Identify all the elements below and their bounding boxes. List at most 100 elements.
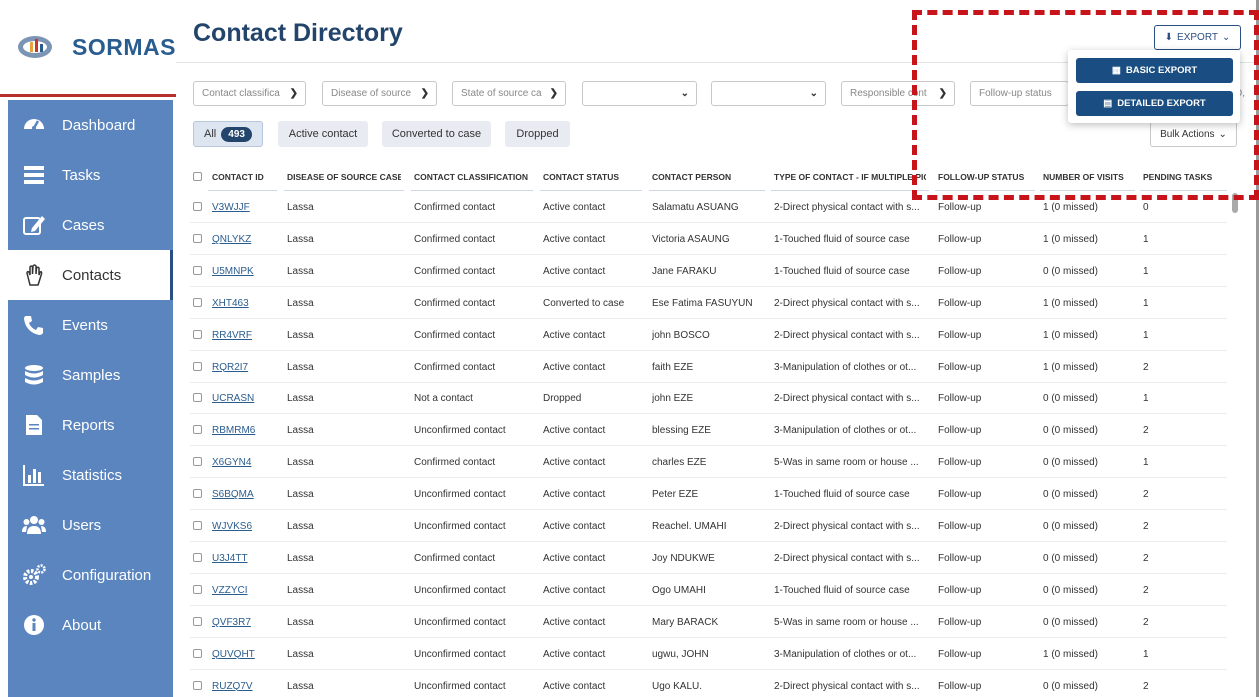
table-cell: 1 (0 missed) (1043, 233, 1099, 245)
database-icon (20, 361, 48, 389)
sidebar-item-configuration[interactable]: Configuration (8, 550, 173, 600)
sidebar-item-events[interactable]: Events (8, 300, 173, 350)
table-cell: Lassa (287, 680, 314, 692)
sidebar-item-users[interactable]: Users (8, 500, 173, 550)
chevron-down-icon: ⌄ (1218, 128, 1227, 140)
contact-id-link[interactable]: WJVKS6 (212, 521, 274, 532)
table-row[interactable]: V3WJJF Lassa Confirmed contact Active conta… (190, 191, 1227, 223)
table-row[interactable]: RR4VRF Lassa Confirmed contact Active conta… (190, 319, 1227, 351)
sormas-logo-icon (18, 36, 52, 58)
table-row[interactable]: S6BQMA Lassa Unconfirmed contact Active con… (190, 478, 1227, 511)
app-logo[interactable]: SORMAS (0, 0, 176, 97)
column-header[interactable]: CONTACT CLASSIFICATION (414, 172, 530, 182)
detailed-export-button[interactable]: ▤ DETAILED EXPORT (1076, 91, 1233, 116)
hand-icon (20, 261, 48, 289)
sidebar-item-statistics[interactable]: Statistics (8, 450, 173, 500)
sidebar-item-reports[interactable]: Reports (8, 400, 173, 450)
select-all-checkbox[interactable] (193, 172, 202, 181)
table-cell: Active contact (543, 680, 606, 692)
filter-district[interactable]: ⌄ (711, 81, 826, 106)
column-header[interactable]: CONTACT ID (212, 172, 274, 182)
column-header[interactable]: FOLLOW-UP STATUS (938, 172, 1032, 182)
row-checkbox[interactable] (193, 425, 202, 435)
row-checkbox[interactable] (193, 648, 202, 658)
table-row[interactable]: QUVQHT Lassa Unconfirmed contact Active con… (190, 638, 1227, 670)
row-checkbox[interactable] (193, 521, 202, 530)
table-cell: 0 (0 missed) (1043, 584, 1099, 596)
row-checkbox[interactable] (193, 680, 202, 690)
column-header[interactable]: CONTACT PERSON (652, 172, 762, 182)
sidebar-item-tasks[interactable]: Tasks (8, 150, 173, 200)
row-checkbox[interactable] (193, 297, 202, 307)
sidebar-item-samples[interactable]: Samples (8, 350, 173, 400)
contact-id-link[interactable]: QUVQHT (212, 649, 274, 660)
table-cell: 1 (1143, 648, 1149, 660)
contact-id-link[interactable]: X6GYN4 (212, 457, 274, 468)
contact-id-link[interactable]: S6BQMA (212, 489, 274, 500)
column-header[interactable]: PENDING TASKS (1143, 172, 1227, 182)
column-header[interactable]: CONTACT STATUS (543, 172, 639, 182)
contact-id-link[interactable]: RUZQ7V (212, 681, 274, 692)
filter-case-state[interactable]: State of source ca ❯ (452, 81, 566, 106)
column-header[interactable]: NUMBER OF VISITS (1043, 172, 1132, 182)
filter-contact-classification[interactable]: Contact classifica ❯ (193, 81, 306, 106)
basic-export-button[interactable]: ▦ BASIC EXPORT (1076, 58, 1233, 83)
sidebar-item-label: Contacts (62, 266, 122, 284)
row-checkbox[interactable] (193, 393, 202, 403)
row-checkbox[interactable] (193, 329, 202, 339)
filter-responsible-officer[interactable]: Responsible cont ❯ (841, 81, 955, 106)
contact-id-link[interactable]: U5MNPK (212, 266, 274, 277)
table-cell: 0 (0 missed) (1043, 616, 1099, 628)
table-row[interactable]: RUZQ7V Lassa Unconfirmed contact Active con… (190, 670, 1227, 697)
table-row[interactable]: QNLYKZ Lassa Confirmed contact Active conta… (190, 223, 1227, 255)
contact-id-link[interactable]: RQR2I7 (212, 362, 274, 373)
contact-id-link[interactable]: QNLYKZ (212, 234, 274, 245)
row-checkbox[interactable] (193, 552, 202, 562)
row-checkbox[interactable] (193, 584, 202, 594)
contact-id-link[interactable]: QVF3R7 (212, 617, 274, 628)
chip-dropped[interactable]: Dropped (505, 121, 570, 147)
chip-active-contact[interactable]: Active contact (278, 121, 368, 147)
table-row[interactable]: U3J4TT Lassa Confirmed contact Active conta… (190, 542, 1227, 574)
row-checkbox[interactable] (193, 202, 202, 211)
row-checkbox[interactable] (193, 489, 202, 499)
chip-all[interactable]: All 493 (193, 121, 263, 147)
filter-follow-up-status[interactable]: Follow-up status (970, 81, 1069, 106)
table-row[interactable]: QVF3R7 Lassa Unconfirmed contact Active con… (190, 606, 1227, 638)
row-checkbox[interactable] (193, 265, 202, 275)
contact-id-link[interactable]: RR4VRF (212, 330, 274, 341)
contact-id-link[interactable]: U3J4TT (212, 553, 274, 564)
chip-converted-to-case[interactable]: Converted to case (382, 121, 491, 147)
contact-id-link[interactable]: RBMRM6 (212, 425, 274, 436)
table-row[interactable]: RQR2I7 Lassa Confirmed contact Active conta… (190, 351, 1227, 383)
table-row[interactable]: X6GYN4 Lassa Confirmed contact Active conta… (190, 446, 1227, 479)
table-row[interactable]: U5MNPK Lassa Confirmed contact Active conta… (190, 255, 1227, 287)
table-row[interactable]: VZZYCI Lassa Unconfirmed contact Active con… (190, 574, 1227, 606)
column-header[interactable]: DISEASE OF SOURCE CASE (287, 172, 401, 182)
row-checkbox[interactable] (193, 457, 202, 467)
row-checkbox[interactable] (193, 616, 202, 626)
sidebar-item-label: Events (62, 316, 108, 334)
contact-id-link[interactable]: VZZYCI (212, 585, 274, 596)
bulk-actions-button[interactable]: Bulk Actions ⌄ (1150, 121, 1237, 147)
row-checkbox[interactable] (193, 233, 202, 243)
sidebar-item-about[interactable]: About (8, 600, 173, 650)
column-header[interactable]: TYPE OF CONTACT - IF MULTIPLE PICK... (774, 172, 926, 182)
filter-disease[interactable]: Disease of source ❯ (322, 81, 437, 106)
filter-placeholder: State of source ca (461, 88, 542, 99)
table-row[interactable]: WJVKS6 Lassa Unconfirmed contact Active con… (190, 510, 1227, 542)
row-checkbox[interactable] (193, 361, 202, 371)
filter-region[interactable]: ⌄ (582, 81, 697, 106)
users-icon (20, 511, 48, 539)
sidebar-item-contacts[interactable]: Contacts (8, 250, 173, 300)
sidebar-item-cases[interactable]: Cases (8, 200, 173, 250)
scrollbar[interactable] (1232, 193, 1238, 213)
table-row[interactable]: XHT463 Lassa Confirmed contact Converted to… (190, 287, 1227, 319)
table-row[interactable]: RBMRM6 Lassa Unconfirmed contact Active con… (190, 414, 1227, 447)
table-row[interactable]: UCRASN Lassa Not a contact Dropped john EZE 2… (190, 382, 1227, 415)
export-button[interactable]: ⬇ EXPORT ⌄ (1154, 25, 1241, 50)
contact-id-link[interactable]: XHT463 (212, 298, 274, 309)
contact-id-link[interactable]: UCRASN (212, 393, 274, 404)
contact-id-link[interactable]: V3WJJF (212, 202, 274, 213)
sidebar-item-dashboard[interactable]: Dashboard (8, 100, 173, 150)
